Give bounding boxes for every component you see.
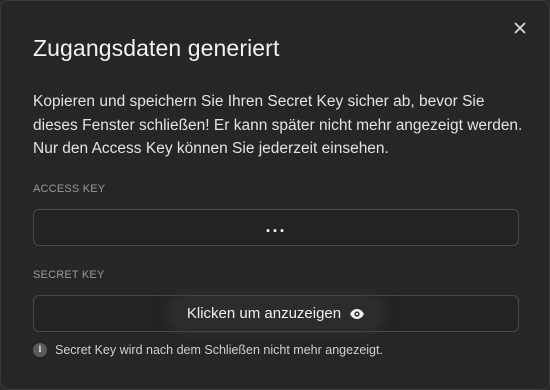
reveal-label: Klicken um anzuzeigen xyxy=(186,305,342,322)
hint-text: Secret Key wird nach dem Schließen nicht… xyxy=(55,343,383,357)
access-key-label: ACCESS KEY xyxy=(33,183,106,195)
credentials-dialog: Zugangsdaten generiert Kopieren und spei… xyxy=(0,0,550,390)
access-key-field[interactable]: ... xyxy=(33,209,519,246)
access-key-value: ... xyxy=(265,215,287,236)
secret-key-field[interactable]: Klicken um anzuzeigen xyxy=(33,295,519,332)
dialog-title: Zugangsdaten generiert xyxy=(33,35,280,61)
reveal-secret-button[interactable]: Klicken um anzuzeigen xyxy=(174,301,378,326)
dialog-description: Kopieren und speichern Sie Ihren Secret … xyxy=(33,93,523,157)
hint-row: i Secret Key wird nach dem Schließen nic… xyxy=(33,343,383,357)
close-button[interactable] xyxy=(512,20,528,36)
close-icon xyxy=(512,20,528,36)
info-icon: i xyxy=(33,343,47,357)
secret-key-label: SECRET KEY xyxy=(33,269,105,281)
eye-icon xyxy=(349,308,365,320)
